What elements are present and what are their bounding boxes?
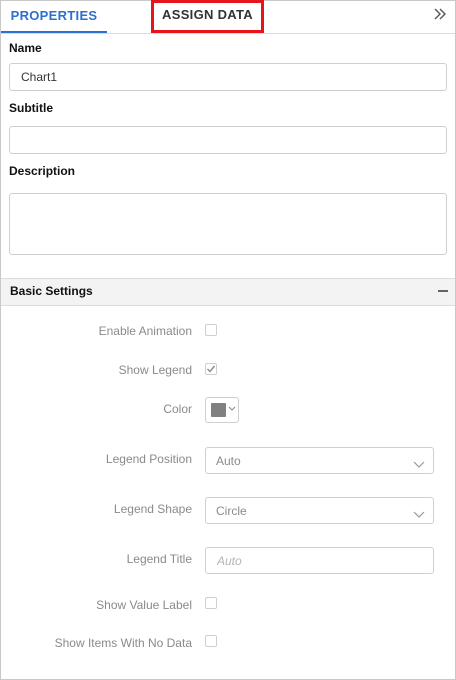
show-items-no-data-label: Show Items With No Data [54,636,192,650]
enable-animation-label: Enable Animation [98,324,192,338]
legend-shape-value: Circle [216,504,247,518]
name-label: Name [9,41,42,55]
legend-position-label: Legend Position [105,452,192,466]
legend-shape-label: Legend Shape [113,502,192,516]
tab-assign-data[interactable]: ASSIGN DATA [151,0,264,33]
chevron-down-icon [413,506,425,518]
color-label: Color [163,402,192,416]
tab-bar: PROPERTIES ASSIGN DATA [1,0,455,34]
color-picker[interactable] [205,397,239,423]
legend-shape-dropdown[interactable]: Circle [205,497,434,524]
show-legend-checkbox[interactable] [205,363,217,375]
double-chevron-right-icon[interactable] [431,7,449,25]
legend-title-label: Legend Title [126,552,192,566]
name-input[interactable] [9,63,447,91]
chevron-down-icon [228,403,236,417]
basic-settings-header[interactable]: Basic Settings [1,278,455,306]
show-legend-label: Show Legend [118,363,192,377]
subtitle-input[interactable] [9,126,447,154]
legend-title-input[interactable] [205,547,434,574]
show-items-no-data-checkbox[interactable] [205,635,217,647]
minus-icon[interactable] [437,281,449,306]
legend-position-dropdown[interactable]: Auto [205,447,434,474]
chevron-down-icon [413,456,425,468]
description-label: Description [9,164,76,178]
tab-properties[interactable]: PROPERTIES [1,1,107,33]
enable-animation-checkbox[interactable] [205,324,217,336]
description-textarea[interactable] [9,193,447,255]
basic-settings-title: Basic Settings [10,284,93,298]
show-value-label-label: Show Value Label [96,598,192,612]
color-swatch [211,403,226,417]
subtitle-label: Subtitle [9,101,53,115]
show-value-label-checkbox[interactable] [205,597,217,609]
legend-position-value: Auto [216,454,241,468]
properties-panel: PROPERTIES ASSIGN DATA Name Subtitle Des… [0,0,456,680]
